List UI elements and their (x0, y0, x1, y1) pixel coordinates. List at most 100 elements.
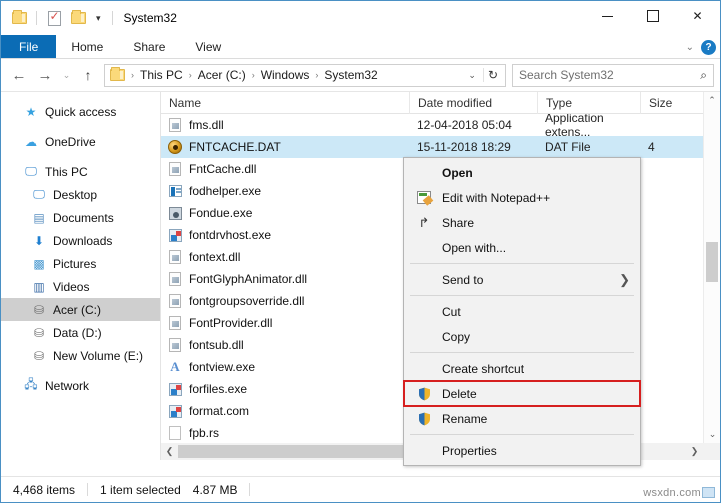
search-input[interactable]: Search System32 (519, 68, 700, 82)
file-name: Fondue.exe (189, 206, 252, 220)
up-button[interactable]: ↑ (76, 63, 100, 87)
scroll-left-button[interactable]: ❮ (161, 446, 178, 457)
context-menu-item-rename[interactable]: Rename (404, 406, 640, 431)
context-menu-item-cut[interactable]: Cut (404, 299, 640, 324)
breadcrumb-item-this-pc[interactable]: This PC (137, 68, 186, 82)
window-title: System32 (124, 11, 177, 25)
table-row[interactable]: fms.dll 12-04-2018 05:04 Application ext… (161, 114, 703, 136)
context-menu-label: Copy (436, 330, 470, 344)
breadcrumb-item-windows[interactable]: Windows (258, 68, 313, 82)
help-icon[interactable]: ? (701, 40, 716, 55)
ribbon-tabs: File Home Share View ⌄ ? (1, 35, 720, 59)
sidebar-item-downloads[interactable]: ⬇ Downloads (1, 229, 161, 252)
sidebar-item-network[interactable]: 🖧 Network (1, 374, 161, 397)
forward-button[interactable]: → (33, 63, 57, 87)
sidebar-item-videos[interactable]: ▥ Videos (1, 275, 161, 298)
vertical-scroll-thumb[interactable] (706, 242, 718, 282)
context-menu-item-send-to[interactable]: Send to ❯ (404, 267, 640, 292)
recent-locations-button[interactable]: ⌄ (59, 63, 74, 87)
cloud-icon: ☁ (23, 134, 39, 150)
column-header-type[interactable]: Type (537, 92, 640, 114)
search-icon[interactable]: ⌕ (700, 68, 707, 83)
chevron-down-icon[interactable]: ⌄ (463, 70, 481, 81)
sidebar-item-this-pc[interactable]: 🖵 This PC (1, 160, 161, 183)
file-name-cell: Fondue.exe (161, 205, 409, 221)
folder-icon[interactable] (9, 8, 29, 28)
file-name: fpb.rs (189, 426, 219, 440)
context-menu-item-copy[interactable]: Copy (404, 324, 640, 349)
sidebar-item-new-volume-e[interactable]: ⛁ New Volume (E:) (1, 344, 161, 367)
column-headers: Name ^ Date modified Type Size (161, 92, 720, 114)
file-name: fontview.exe (189, 360, 255, 374)
chevron-down-icon[interactable]: ⌄ (686, 42, 694, 53)
sidebar-item-quick-access[interactable]: ★ Quick access (1, 100, 161, 123)
context-menu-label: Create shortcut (436, 362, 524, 376)
sidebar-gap (1, 123, 161, 130)
scroll-down-button[interactable]: ⌄ (704, 426, 720, 443)
properties-icon[interactable] (44, 8, 64, 28)
file-name-cell: fontgroupsoverride.dll (161, 293, 409, 309)
context-menu-separator (410, 352, 634, 353)
file-icon (167, 425, 183, 441)
context-menu-item-create-shortcut[interactable]: Create shortcut (404, 356, 640, 381)
file-type: DAT File (537, 140, 640, 154)
file-name-cell: fontsub.dll (161, 337, 409, 353)
file-name: FntCache.dll (189, 162, 256, 176)
sidebar-item-onedrive[interactable]: ☁ OneDrive (1, 130, 161, 153)
refresh-icon[interactable]: ↻ (483, 68, 502, 82)
sidebar-item-data-d[interactable]: ⛁ Data (D:) (1, 321, 161, 344)
sidebar-item-label: Pictures (53, 257, 96, 271)
file-name: fontgroupsoverride.dll (189, 294, 304, 308)
file-size: 4 (640, 140, 700, 154)
chevron-right-icon: ❯ (619, 272, 630, 288)
tab-file[interactable]: File (1, 35, 56, 58)
context-menu-label: Properties (436, 444, 497, 458)
new-folder-icon[interactable] (68, 8, 88, 28)
file-name-cell: FntCache.dll (161, 161, 409, 177)
tab-share[interactable]: Share (118, 35, 180, 58)
drive-icon: ⛁ (31, 302, 47, 318)
sidebar-item-documents[interactable]: ▤ Documents (1, 206, 161, 229)
tab-home[interactable]: Home (56, 35, 118, 58)
back-button[interactable]: ← (7, 63, 31, 87)
scroll-right-button[interactable]: ❯ (686, 446, 703, 457)
breadcrumb-item-acer-c[interactable]: Acer (C:) (195, 68, 249, 82)
context-menu-label: Open with... (436, 241, 506, 255)
sidebar-item-desktop[interactable]: 🖵 Desktop (1, 183, 161, 206)
minimize-button[interactable] (585, 1, 630, 31)
dll-icon (167, 271, 183, 287)
file-name: FNTCACHE.DAT (189, 140, 281, 154)
file-date: 12-04-2018 05:04 (409, 118, 537, 132)
sidebar-item-pictures[interactable]: ▩ Pictures (1, 252, 161, 275)
exe-icon (167, 381, 183, 397)
sidebar-item-label: Data (D:) (53, 326, 102, 340)
column-header-size[interactable]: Size (640, 92, 700, 114)
tab-view[interactable]: View (180, 35, 236, 58)
shield-icon (412, 412, 436, 426)
vertical-scrollbar[interactable]: ⌃ ⌄ (703, 92, 720, 443)
breadcrumb-item-system32[interactable]: System32 (321, 68, 380, 82)
context-menu-item-share[interactable]: ↱ Share (404, 210, 640, 235)
column-header-date-modified[interactable]: Date modified (409, 92, 537, 114)
table-row[interactable]: FNTCACHE.DAT 15-11-2018 18:29 DAT File 4 (161, 136, 703, 158)
maximize-button[interactable] (630, 1, 675, 31)
context-menu-label: Rename (436, 412, 487, 426)
chevron-down-icon[interactable]: ▾ (92, 13, 105, 24)
context-menu-item-open-with[interactable]: Open with... (404, 235, 640, 260)
breadcrumb[interactable]: › This PC › Acer (C:) › Windows › System… (104, 64, 506, 87)
context-menu-item-open[interactable]: Open (404, 160, 640, 185)
column-header-name[interactable]: Name ^ (161, 92, 409, 114)
search-box[interactable]: Search System32 ⌕ (512, 64, 714, 87)
sidebar-item-acer-c[interactable]: ⛁ Acer (C:) (1, 298, 161, 321)
dll-icon (167, 117, 183, 133)
context-menu-item-properties[interactable]: Properties (404, 438, 640, 463)
close-button[interactable]: ✕ (675, 1, 720, 31)
context-menu-label: Delete (436, 387, 477, 401)
context-menu-item-edit-with-notepadpp[interactable]: Edit with Notepad++ (404, 185, 640, 210)
file-date: 15-11-2018 18:29 (409, 140, 537, 154)
watermark: wsxdn.com (643, 487, 715, 499)
dll-icon (167, 293, 183, 309)
scroll-up-button[interactable]: ⌃ (704, 92, 720, 109)
network-icon: 🖧 (23, 378, 39, 394)
context-menu-item-delete[interactable]: Delete (404, 381, 640, 406)
